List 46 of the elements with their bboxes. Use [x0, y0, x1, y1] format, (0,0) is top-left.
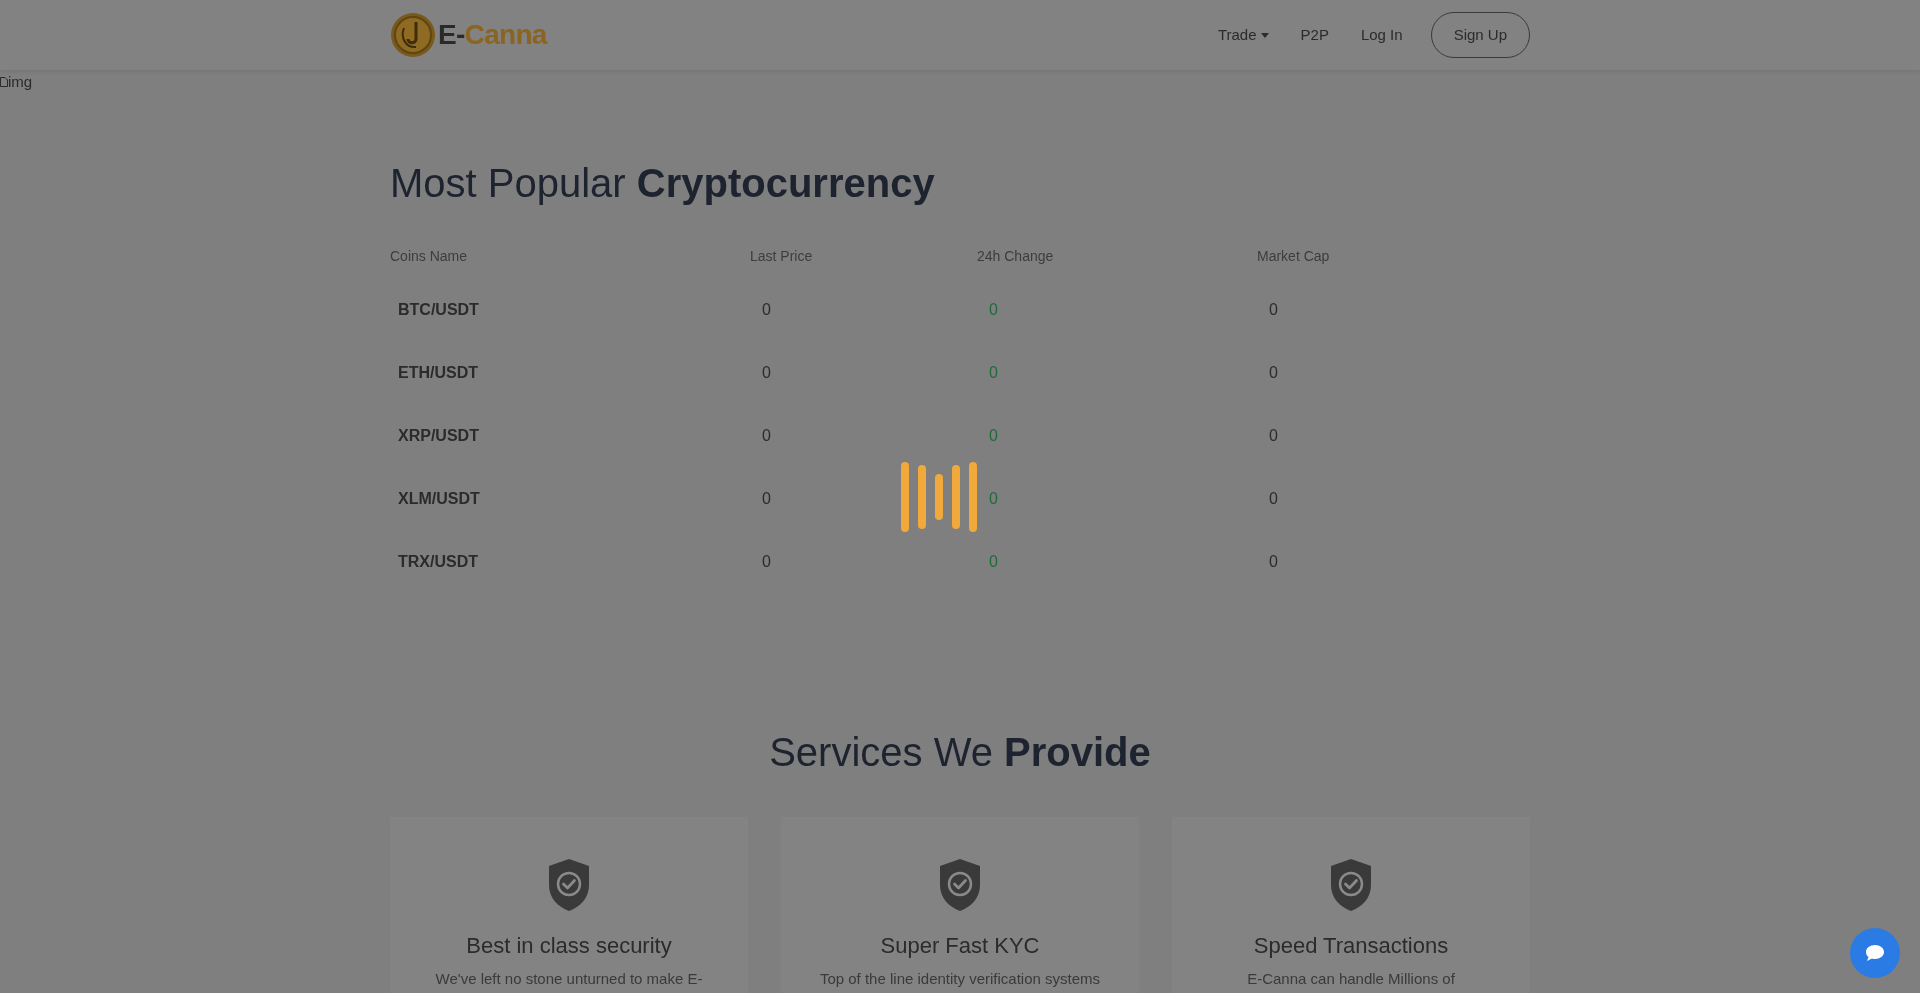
coin-pair: ETH/USDT — [398, 363, 478, 381]
broken-image-icon — [0, 77, 8, 87]
table-cell: 0 — [762, 363, 771, 381]
section-heading: Services We Provide — [768, 729, 1152, 775]
caret-down-icon — [1260, 32, 1269, 38]
table-cell: 0 — [1269, 300, 1278, 318]
shield-check-icon — [937, 857, 983, 913]
brand-name: E-Canna — [438, 18, 547, 52]
loading-spinner-icon — [900, 462, 980, 532]
nav-link[interactable]: Trade — [1201, 23, 1285, 47]
table-cell: 0 — [762, 300, 771, 318]
chat-bubble-icon — [1865, 944, 1885, 962]
table-cell: 0 — [762, 552, 771, 570]
card-text: E-Canna can handle Millions of — [1247, 969, 1455, 989]
shield-check-icon — [1328, 857, 1374, 913]
table-cell: 0 — [1269, 426, 1278, 444]
broken-image: img — [0, 71, 33, 93]
coin-pair: XLM/USDT — [398, 489, 480, 507]
coin-logo-icon — [390, 12, 436, 58]
change-value: 0 — [989, 363, 998, 381]
column-header: Market Cap — [1257, 247, 1330, 264]
card-text: We've left no stone unturned to make E- — [435, 969, 703, 989]
table-cell: 0 — [1269, 489, 1278, 507]
coin-pair: TRX/USDT — [398, 552, 478, 570]
nav-link[interactable]: Log In — [1344, 23, 1419, 47]
card-title: Super Fast KYC — [880, 932, 1040, 960]
change-value: 0 — [989, 300, 998, 318]
coin-pair: XRP/USDT — [398, 426, 479, 444]
card-title: Speed Transactions — [1253, 932, 1449, 960]
column-header: Last Price — [750, 247, 813, 264]
card-title: Best in class security — [466, 932, 672, 960]
table-cell: 0 — [1269, 363, 1278, 381]
column-header: Coins Name — [390, 247, 468, 264]
coin-pair: BTC/USDT — [398, 300, 479, 318]
shield-check-icon — [546, 857, 592, 913]
change-value: 0 — [989, 489, 998, 507]
chat-button[interactable] — [1850, 928, 1900, 978]
table-cell: 0 — [762, 426, 771, 444]
card-text: Top of the line identity verification systems — [819, 969, 1101, 989]
change-value: 0 — [989, 426, 998, 444]
section-heading: Most Popular Cryptocurrency — [390, 160, 936, 206]
nav-link[interactable]: P2P — [1284, 23, 1345, 47]
table-cell: 0 — [762, 489, 771, 507]
table-cell: 0 — [1269, 552, 1278, 570]
column-header: 24h Change — [977, 247, 1054, 264]
change-value: 0 — [989, 552, 998, 570]
